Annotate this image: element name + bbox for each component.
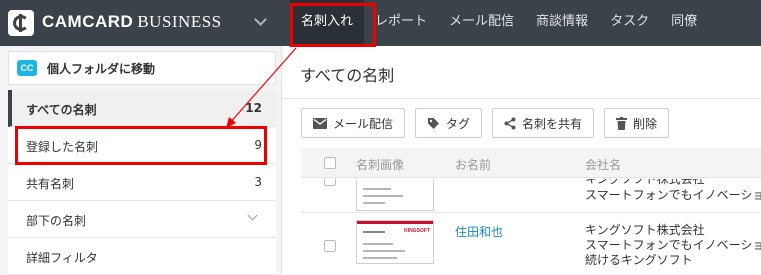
contact-name-link[interactable]: 住田和也	[455, 223, 503, 240]
column-header-company: 会社名	[585, 158, 622, 172]
chevron-down-icon[interactable]	[247, 210, 258, 221]
move-to-personal-folder-button[interactable]: CC 個人フォルダに移動	[8, 51, 276, 85]
highlight-box-sidebar-item	[15, 126, 267, 165]
sidebar-item-label: すべての名刺	[26, 103, 97, 117]
column-header-image: 名刺画像	[356, 158, 405, 172]
cc-badge-icon: CC	[17, 60, 37, 76]
table-row[interactable]: KINGSOFT 住田和也 キングソフト株式会社 スマートフォンでもイノベーショ…	[301, 214, 761, 275]
sidebar-item-advanced-filter[interactable]: 詳細フィルタ	[8, 238, 276, 275]
company-line: スマートフォンでもイノベーションを	[585, 238, 761, 252]
company-line: キングソフト株式会社	[585, 179, 705, 186]
page-title: すべての名刺	[300, 66, 395, 85]
tag-icon	[428, 117, 440, 129]
row-checkbox[interactable]	[324, 179, 336, 186]
camcard-logo-icon[interactable]	[8, 10, 34, 36]
nav-item-tasks[interactable]: タスク	[599, 0, 660, 46]
nav-item-mail-delivery[interactable]: メール配信	[438, 0, 525, 46]
nav-item-colleagues[interactable]: 同僚	[660, 0, 708, 46]
mail-delivery-button[interactable]: メール配信	[301, 108, 406, 138]
column-header-name: お名前	[455, 158, 492, 172]
table-row[interactable]: キングソフト株式会社 スマートフォンでもイノベーションを	[301, 179, 761, 213]
trash-icon	[616, 116, 628, 130]
sidebar-item-count: 3	[254, 175, 262, 189]
delete-label: 削除	[633, 116, 658, 131]
brand-name-bold: CAMCARD	[42, 12, 134, 31]
nav-item-deals[interactable]: 商談情報	[525, 0, 599, 46]
sidebar-item-label: 詳細フィルタ	[26, 251, 98, 265]
select-all-checkbox[interactable]	[324, 157, 336, 169]
tag-button[interactable]: タグ	[415, 108, 483, 138]
top-bar: CAMCARD BUSINESS 名刺入れ レポート メール配信 商談情報 タスク…	[0, 0, 761, 46]
brand-name[interactable]: CAMCARD BUSINESS	[42, 12, 222, 32]
folder-list: すべての名刺 12 登録した名刺 9 共有名刺 3 部下の名刺 詳細フィルタ	[8, 90, 276, 275]
highlight-box-nav	[290, 3, 376, 47]
sidebar-item-all-cards[interactable]: すべての名刺 12	[8, 90, 276, 127]
sidebar-item-label: 部下の名刺	[26, 214, 87, 228]
card-image[interactable]	[356, 179, 434, 211]
share-card-button[interactable]: 名刺を共有	[492, 108, 595, 138]
mail-delivery-label: メール配信	[333, 116, 394, 131]
company-line: 続けるキングソフト	[585, 253, 693, 267]
chevron-down-icon[interactable]	[254, 13, 267, 26]
company-line: キングソフト株式会社	[585, 223, 705, 237]
sidebar-item-shared-cards[interactable]: 共有名刺 3	[8, 164, 276, 201]
card-image[interactable]: KINGSOFT	[356, 220, 434, 264]
main-panel: すべての名刺 メール配信 タグ 名刺を共有 削除 名刺画像 お名前 会社名 キン…	[281, 46, 761, 275]
sidebar-item-label: 共有名刺	[26, 177, 75, 191]
envelope-icon	[313, 117, 327, 129]
sidebar-item-subordinate-cards[interactable]: 部下の名刺	[8, 201, 276, 238]
brand-name-light: BUSINESS	[137, 12, 222, 31]
toolbar: メール配信 タグ 名刺を共有 削除	[301, 108, 670, 138]
row-checkbox[interactable]	[324, 240, 336, 252]
company-line: スマートフォンでもイノベーションを	[585, 188, 761, 202]
card-logo: KINGSOFT	[404, 228, 430, 234]
sidebar-item-count: 12	[245, 101, 262, 115]
share-icon	[504, 117, 516, 129]
divider	[282, 98, 761, 99]
share-card-label: 名刺を共有	[522, 116, 583, 131]
table-header: 名刺画像 お名前 会社名	[301, 148, 761, 178]
tag-label: タグ	[446, 116, 471, 131]
delete-button[interactable]: 削除	[604, 108, 670, 138]
move-to-personal-folder-label: 個人フォルダに移動	[47, 62, 156, 76]
